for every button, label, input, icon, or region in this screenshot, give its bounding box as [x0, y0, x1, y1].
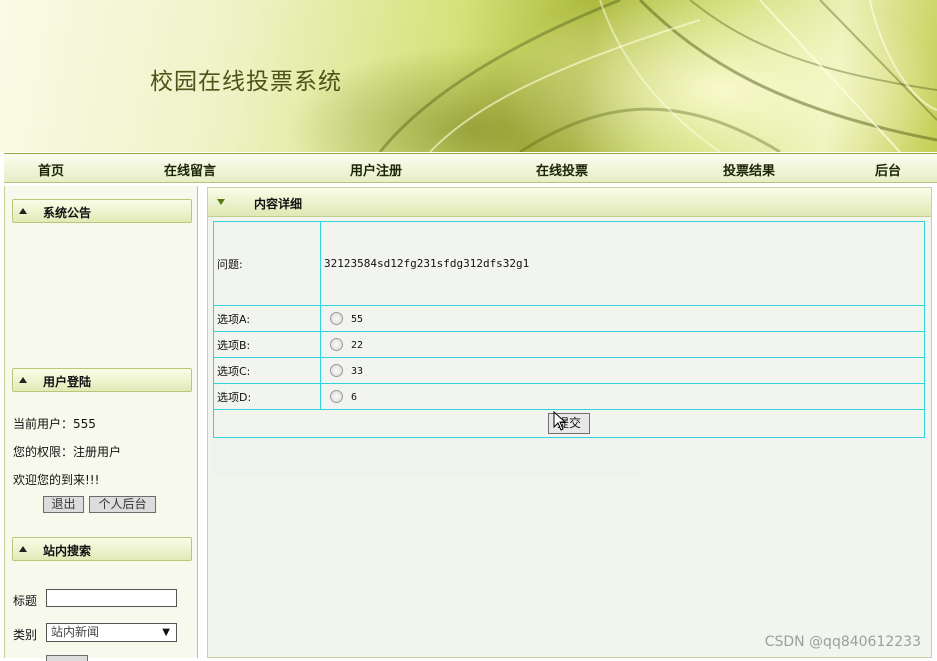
content-header: 内容详细 [208, 188, 931, 217]
login-panel-header: 用户登陆 [12, 368, 192, 392]
option-row: 选项B: 22 [213, 331, 925, 358]
vote-table: 问题: 32123584sd12fg231sfdg312dfs32g1 选项A:… [213, 221, 925, 438]
dropdown-arrow-icon: ▼ [162, 627, 170, 638]
welcome-text: 欢迎您的到来!!! [13, 473, 100, 487]
option-row: 选项D: 6 [213, 383, 925, 410]
option-cell: 55 [320, 305, 925, 332]
option-label: 选项B: [213, 331, 321, 358]
login-title: 用户登陆 [43, 375, 92, 389]
user-role: 您的权限：注册用户 [13, 445, 122, 459]
nav-vote[interactable]: 在线投票 [536, 160, 588, 179]
nav-messages[interactable]: 在线留言 [164, 160, 216, 179]
search-category-value: 站内新闻 [51, 625, 100, 639]
profile-button[interactable]: 个人后台 [89, 496, 156, 513]
option-row: 选项A: 55 [213, 305, 925, 332]
current-user: 当前用户：555 [13, 417, 96, 431]
logout-button[interactable]: 退出 [43, 496, 84, 513]
nav-register[interactable]: 用户注册 [350, 160, 402, 179]
option-d-value: 6 [351, 391, 358, 403]
option-cell: 6 [320, 383, 925, 410]
option-row: 选项C: 33 [213, 357, 925, 384]
option-label: 选项C: [213, 357, 321, 384]
search-title-input[interactable] [46, 589, 177, 607]
option-label: 选项A: [213, 305, 321, 332]
option-a-value: 55 [351, 313, 364, 325]
notice-title: 系统公告 [43, 206, 92, 220]
nav-results[interactable]: 投票结果 [723, 160, 775, 179]
header-banner: 校园在线投票系统 [0, 0, 937, 152]
question-label: 问题: [213, 221, 321, 306]
option-d-radio[interactable] [330, 390, 343, 404]
submit-cell: 提交 [213, 409, 925, 438]
search-category-label: 类别 [13, 628, 38, 642]
site-title: 校园在线投票系统 [150, 69, 342, 95]
option-c-radio[interactable] [330, 364, 343, 378]
option-cell: 33 [320, 357, 925, 384]
option-b-value: 22 [351, 339, 364, 351]
option-a-radio[interactable] [330, 312, 343, 326]
collapse-triangle-icon [19, 546, 27, 552]
content-header-title: 内容详细 [254, 197, 303, 211]
nav-admin[interactable]: 后台 [875, 160, 901, 179]
option-b-radio[interactable] [330, 338, 343, 352]
decorative-fade [213, 438, 641, 475]
banner-decoration [378, 0, 937, 152]
search-button[interactable] [46, 655, 88, 661]
submit-row: 提交 [213, 409, 925, 438]
option-c-value: 33 [351, 365, 364, 377]
search-title: 站内搜索 [43, 544, 92, 558]
collapse-triangle-icon [19, 208, 27, 214]
collapse-triangle-icon [19, 377, 27, 383]
search-panel-header: 站内搜索 [12, 537, 192, 561]
sidebar: 系统公告 用户登陆 当前用户：555 您的权限：注册用户 欢迎您的到来!!! 退… [4, 186, 198, 661]
mouse-cursor-icon [553, 411, 567, 431]
option-cell: 22 [320, 331, 925, 358]
search-category-select[interactable]: 站内新闻 ▼ [46, 623, 177, 642]
search-title-label: 标题 [13, 594, 38, 608]
notice-panel-header: 系统公告 [12, 199, 192, 223]
content-panel: 内容详细 问题: 32123584sd12fg231sfdg312dfs32g1… [207, 187, 932, 658]
question-text: 32123584sd12fg231sfdg312dfs32g1 [320, 221, 925, 306]
main-nav: 首页 在线留言 用户注册 在线投票 投票结果 后台 [4, 153, 937, 183]
question-row: 问题: 32123584sd12fg231sfdg312dfs32g1 [213, 221, 925, 306]
expand-triangle-icon [217, 199, 225, 205]
option-label: 选项D: [213, 383, 321, 410]
nav-home[interactable]: 首页 [38, 160, 64, 179]
watermark: CSDN @qq840612233 [764, 634, 921, 650]
